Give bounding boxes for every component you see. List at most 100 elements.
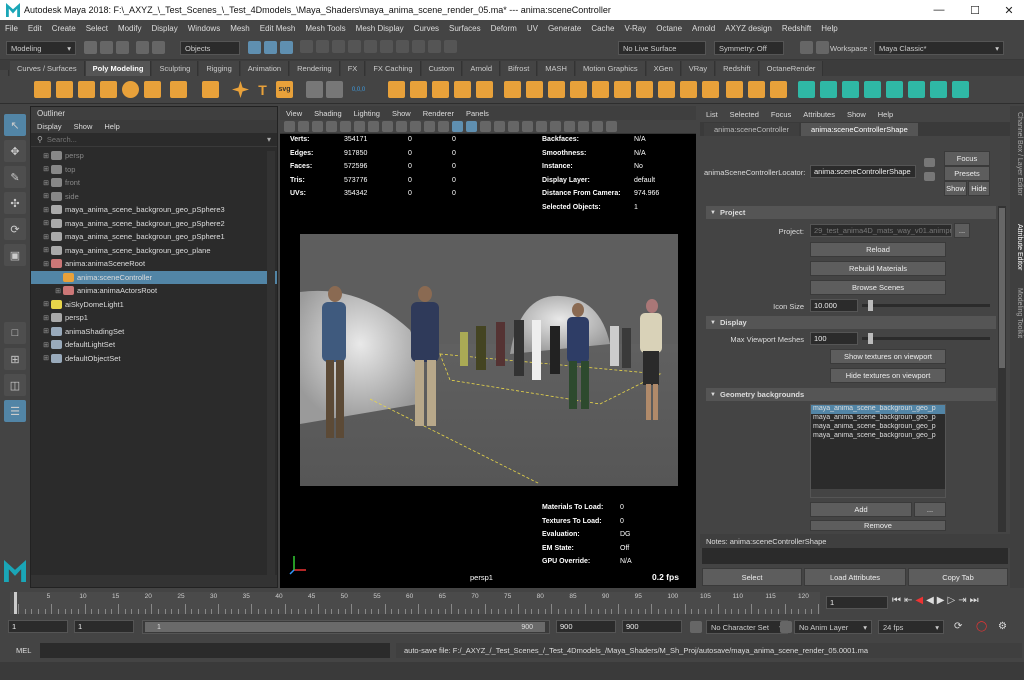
mode-dropdown[interactable]: Modeling ▾ bbox=[6, 41, 76, 55]
expand-icon[interactable]: ⊞ bbox=[41, 192, 51, 200]
outliner-item[interactable]: ⊞ animaShadingSet bbox=[31, 325, 277, 338]
symmetry-dropdown[interactable]: Symmetry: Off bbox=[714, 41, 784, 55]
planar-map-icon[interactable] bbox=[820, 81, 837, 98]
menu-item[interactable]: Octane bbox=[651, 24, 687, 33]
viewport-menu-item[interactable]: Renderer bbox=[417, 109, 460, 118]
geometry-list-scrollbar[interactable] bbox=[811, 489, 945, 497]
section-geometry-backgrounds[interactable]: ▼ Geometry backgrounds bbox=[706, 388, 996, 401]
redo-icon[interactable] bbox=[152, 41, 165, 54]
step-forward-icon[interactable]: ▷ bbox=[948, 595, 956, 606]
viewport-scene[interactable] bbox=[300, 234, 678, 486]
viewport-menu-item[interactable]: Panels bbox=[460, 109, 495, 118]
text-icon[interactable]: T bbox=[254, 81, 271, 98]
menu-item[interactable]: Modify bbox=[113, 24, 147, 33]
expand-icon[interactable]: ⊞ bbox=[41, 165, 51, 173]
play-back-icon[interactable]: ◀ bbox=[926, 595, 934, 606]
attr-menu-item[interactable]: Show bbox=[841, 110, 872, 119]
copy-tab-button[interactable]: Copy Tab bbox=[908, 568, 1008, 586]
outliner-item[interactable]: ⊞ front bbox=[31, 176, 277, 189]
poly-torus-icon[interactable] bbox=[122, 81, 139, 98]
menu-item[interactable]: Cache bbox=[586, 24, 619, 33]
isolate-icon[interactable] bbox=[536, 121, 547, 132]
expand-icon[interactable]: ⊞ bbox=[41, 152, 51, 160]
poly-disc-icon[interactable] bbox=[170, 81, 187, 98]
maximize-icon[interactable]: ☐ bbox=[958, 0, 992, 20]
expand-icon[interactable]: ⊞ bbox=[53, 287, 63, 295]
single-view-icon[interactable]: □ bbox=[4, 322, 26, 344]
playback-start-field[interactable]: 1 bbox=[74, 620, 134, 633]
hide-button[interactable]: Hide bbox=[968, 181, 990, 196]
outliner-menu-item[interactable]: Show bbox=[68, 122, 99, 131]
extrude-icon[interactable] bbox=[504, 81, 521, 98]
menu-item[interactable]: File bbox=[0, 24, 23, 33]
section-project[interactable]: ▼ Project bbox=[706, 206, 996, 219]
reload-button[interactable]: Reload bbox=[810, 242, 946, 257]
show-button[interactable]: Show bbox=[944, 181, 967, 196]
lasso-tool-icon[interactable]: ✥ bbox=[4, 140, 26, 162]
wedge-icon[interactable] bbox=[680, 81, 697, 98]
outliner-item[interactable]: ⊞ aiSkyDomeLight1 bbox=[31, 298, 277, 311]
cut-uv-icon[interactable] bbox=[952, 81, 969, 98]
outliner-item[interactable]: ⊞ maya_anima_scene_backgroun_geo_plane bbox=[31, 244, 277, 257]
center-pivot-icon[interactable]: 0,0,0 bbox=[350, 81, 367, 98]
shelf-tab[interactable]: MASH bbox=[538, 61, 575, 76]
poly-cube-icon[interactable] bbox=[56, 81, 73, 98]
circularize-icon[interactable] bbox=[702, 81, 719, 98]
max-meshes-field[interactable]: 100 bbox=[810, 332, 858, 345]
range-handle[interactable]: 1 900 bbox=[145, 622, 545, 632]
snap-view-icon[interactable] bbox=[364, 40, 377, 53]
viewport-menu-item[interactable]: Shading bbox=[308, 109, 348, 118]
ipr-icon[interactable] bbox=[412, 40, 425, 53]
poly-cylinder-icon[interactable] bbox=[78, 81, 95, 98]
shelf-tab[interactable]: Arnold bbox=[463, 61, 501, 76]
menu-item[interactable]: Mesh Tools bbox=[300, 24, 350, 33]
render-frame-icon[interactable] bbox=[396, 40, 409, 53]
max-meshes-slider[interactable] bbox=[862, 333, 990, 344]
search-options-icon[interactable]: ▾ bbox=[267, 135, 271, 144]
menu-item[interactable]: UV bbox=[522, 24, 543, 33]
object-mode-icon[interactable] bbox=[264, 41, 277, 54]
outliner-h-scrollbar[interactable] bbox=[31, 575, 277, 587]
super-shape-icon[interactable] bbox=[232, 81, 249, 98]
outliner-item[interactable]: ⊞ maya_anima_scene_backgroun_geo_pSphere2 bbox=[31, 217, 277, 230]
detach-icon[interactable] bbox=[770, 81, 787, 98]
add-button[interactable]: Add bbox=[810, 502, 912, 517]
auto-key-icon[interactable]: ◯ bbox=[976, 621, 987, 632]
outliner-menu-item[interactable]: Display bbox=[31, 122, 68, 131]
measure-icon[interactable] bbox=[326, 81, 343, 98]
step-forward-key-icon[interactable]: ⇥ bbox=[958, 595, 966, 606]
unfold-icon[interactable] bbox=[908, 81, 925, 98]
attr-menu-item[interactable]: List bbox=[700, 110, 724, 119]
rebuild-materials-button[interactable]: Rebuild Materials bbox=[810, 261, 946, 276]
presets-button[interactable]: Presets bbox=[944, 166, 990, 181]
combine-icon[interactable] bbox=[388, 81, 405, 98]
menu-item[interactable]: Help bbox=[816, 24, 842, 33]
menu-item[interactable]: Edit bbox=[23, 24, 47, 33]
snap-grid-icon[interactable] bbox=[300, 40, 313, 53]
geometry-list-item[interactable]: maya_anima_scene_backgroun_geo_p bbox=[811, 405, 945, 414]
tab-attribute-editor[interactable]: Attribute Editor bbox=[1011, 224, 1023, 270]
shelf-tab[interactable]: FX Caching bbox=[366, 61, 421, 76]
expand-icon[interactable]: ⊞ bbox=[41, 314, 51, 322]
target-weld-icon[interactable] bbox=[614, 81, 631, 98]
expand-icon[interactable]: ⊞ bbox=[41, 179, 51, 187]
shelf-tab[interactable]: Rendering bbox=[290, 61, 340, 76]
time-slider[interactable]: 5 10 15 20 25 30 35 40 45 50 55 60 65 70 75 80 85 90 95 100… bbox=[0, 590, 1024, 616]
menu-item[interactable]: Arnold bbox=[687, 24, 720, 33]
separate-icon[interactable] bbox=[410, 81, 427, 98]
go-output-icon[interactable] bbox=[924, 172, 935, 181]
gamma-icon[interactable] bbox=[606, 121, 617, 132]
attr-menu-item[interactable]: Focus bbox=[765, 110, 797, 119]
smooth-shade-icon[interactable] bbox=[438, 121, 449, 132]
edge-loop-icon[interactable] bbox=[636, 81, 653, 98]
rotate-tool-icon[interactable]: ⟳ bbox=[4, 218, 26, 240]
fill-hole-icon[interactable] bbox=[570, 81, 587, 98]
svg-icon[interactable]: svg bbox=[276, 81, 293, 98]
sign-in-icon[interactable] bbox=[800, 41, 813, 54]
menu-item[interactable]: Surfaces bbox=[444, 24, 486, 33]
shelf-tab[interactable]: Motion Graphics bbox=[575, 61, 646, 76]
current-frame-field[interactable]: 1 bbox=[826, 596, 888, 609]
geometry-list[interactable]: maya_anima_scene_backgroun_geo_p maya_ani… bbox=[810, 404, 946, 498]
wireframe-icon[interactable] bbox=[424, 121, 435, 132]
tab-scene-controller[interactable]: anima:sceneController bbox=[704, 123, 800, 136]
